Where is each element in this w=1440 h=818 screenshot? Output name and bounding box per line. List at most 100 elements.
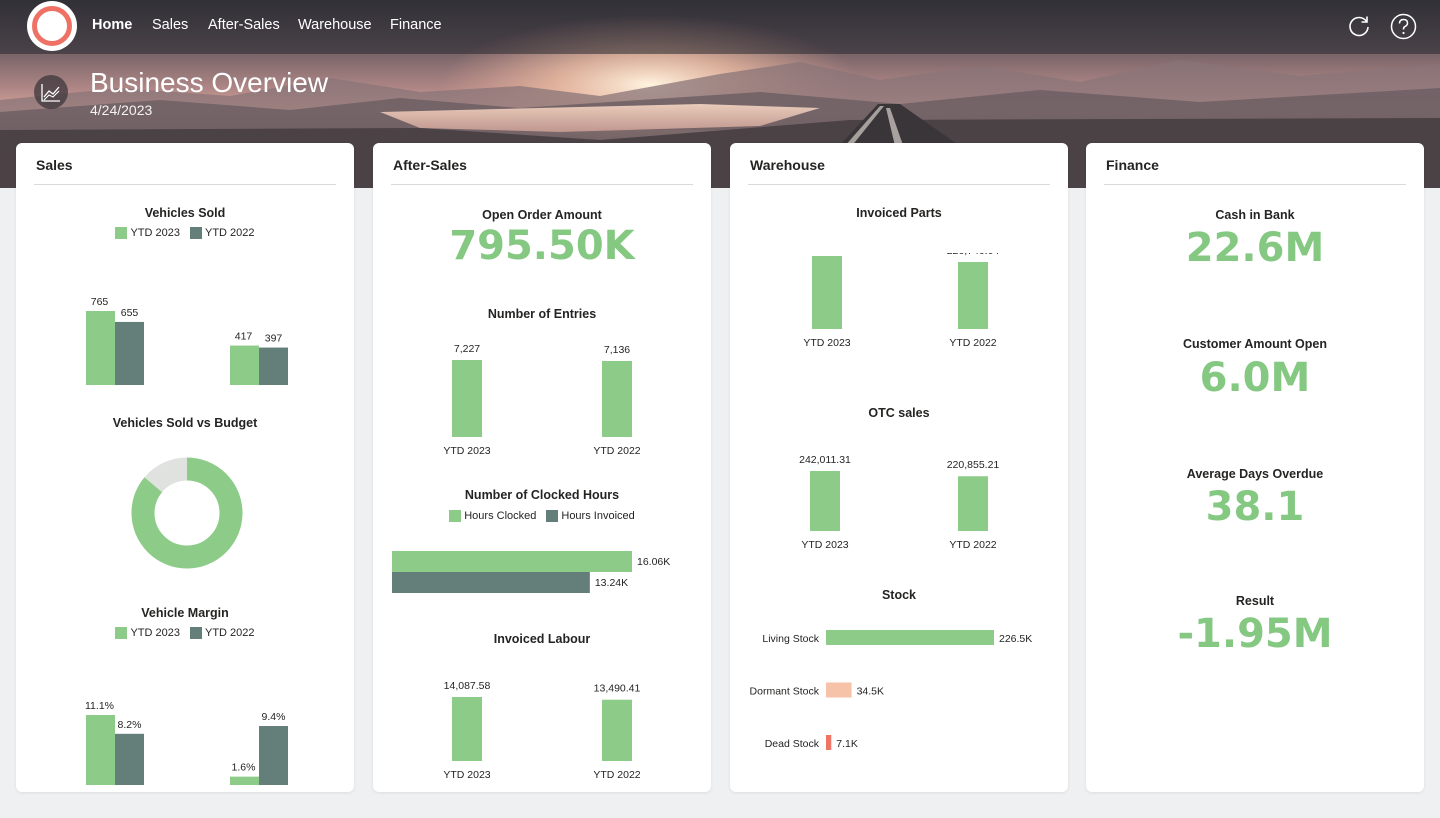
bar (230, 776, 259, 785)
otc-sales-title: OTC sales (868, 406, 930, 420)
data-label: 226.5K (999, 633, 1032, 645)
open-order-label: Open Order Amount (482, 208, 602, 222)
y-tick-label: Dormant Stock (750, 686, 820, 698)
cash-in-bank-label: Cash in Bank (1215, 208, 1295, 222)
refresh-icon[interactable] (1346, 13, 1372, 39)
bar (259, 726, 288, 785)
page-date: 4/24/2023 (90, 102, 153, 118)
sales-card: Sales Vehicles Sold YTD 2023 YTD 2022 76… (16, 143, 354, 792)
legend-swatch (190, 227, 202, 239)
card-title: Warehouse (750, 157, 825, 173)
invoiced-labour-chart: 14,087.58 YTD 2023 13,490.41 YTD 2022 (443, 680, 640, 781)
vs-budget-title: Vehicles Sold vs Budget (112, 416, 258, 430)
x-tick-label: YTD 2022 (593, 445, 640, 457)
divider (748, 184, 1050, 185)
data-label: 8.2% (118, 719, 142, 731)
warehouse-card: Warehouse Invoiced Parts 246,989.47YTD 2… (730, 143, 1068, 792)
bar (259, 347, 288, 385)
bar (602, 360, 632, 437)
nav-item-after-sales[interactable]: After-Sales (208, 17, 280, 33)
data-label: 226,740.04 (947, 253, 1000, 257)
data-label: 242,011.31 (799, 454, 851, 466)
entries-chart: 7,227 YTD 2023 7,136 YTD 2022 (443, 343, 640, 457)
nav-item-sales[interactable]: Sales (152, 17, 188, 33)
data-label: 13.24K (595, 577, 628, 589)
vehicle-margin-title: Vehicle Margin (141, 606, 229, 620)
bar (115, 733, 144, 785)
legend-label: Hours Invoiced (561, 510, 635, 522)
x-tick-label: YTD 2022 (593, 769, 640, 781)
card-title: Sales (36, 157, 73, 173)
legend-label: YTD 2022 (205, 627, 255, 639)
data-label: 765 (91, 296, 109, 308)
average-days-overdue-label: Average Days Overdue (1186, 467, 1324, 481)
legend-item: YTD 2023 (115, 227, 180, 239)
bar (602, 699, 632, 761)
card-title: Finance (1106, 157, 1159, 173)
stock-chart: Living Stock 226.5K Dormant Stock 34.5K Dead… (750, 630, 1032, 750)
x-tick-label: YTD 2023 (443, 769, 490, 781)
data-label: 220,855.21 (947, 459, 1000, 471)
bar (812, 256, 842, 329)
data-label: 16.06K (637, 556, 670, 568)
data-label: 7,136 (604, 344, 630, 356)
data-label: 34.5K (857, 686, 884, 698)
average-days-overdue-value: 38.1 (1205, 484, 1305, 530)
legend-label: YTD 2022 (205, 227, 255, 239)
vehicles-sold-chart: 765655New417397Used (86, 296, 288, 385)
clocked-hours-chart: 16.06K 13.24K (392, 551, 670, 593)
customer-amount-open-value: 6.0M (1199, 355, 1311, 401)
legend-label: YTD 2023 (130, 227, 180, 239)
x-tick-label: YTD 2023 (803, 337, 850, 349)
divider (391, 184, 693, 185)
bar (86, 715, 115, 785)
vs-budget-donut-chart (131, 457, 243, 569)
help-icon[interactable] (1390, 13, 1417, 40)
legend-swatch (546, 510, 559, 522)
nav-item-home[interactable]: Home (92, 17, 132, 33)
bar (958, 261, 988, 329)
bar (452, 697, 482, 761)
company-logo[interactable] (27, 1, 77, 51)
cash-in-bank-value: 22.6M (1185, 225, 1325, 271)
entries-title: Number of Entries (487, 307, 597, 321)
data-label: 397 (265, 333, 283, 345)
legend-item: YTD 2022 (190, 227, 255, 239)
vehicle-margin-legend: YTD 2023 YTD 2022 (16, 627, 354, 639)
legend-label: YTD 2023 (130, 627, 180, 639)
vehicles-sold-title: Vehicles Sold (144, 206, 226, 220)
clocked-hours-legend: Hours Clocked Hours Invoiced (373, 510, 711, 522)
divider (34, 184, 336, 185)
legend-item: Hours Invoiced (546, 510, 635, 522)
card-title: After-Sales (393, 157, 467, 173)
legend-item: YTD 2023 (115, 627, 180, 639)
result-label: Result (1235, 594, 1275, 608)
otc-sales-chart: 242,011.31 YTD 2023 220,855.21 YTD 2022 (799, 454, 1000, 551)
clocked-hours-title: Number of Clocked Hours (464, 488, 620, 502)
nav-item-finance[interactable]: Finance (390, 17, 442, 33)
invoiced-parts-chart: 246,989.47YTD 2023226,740.04YTD 2022 (803, 253, 1000, 349)
data-label: 417 (235, 331, 253, 343)
data-label: 11.1% (85, 700, 114, 712)
legend-swatch (115, 227, 128, 239)
trend-chart-icon (34, 75, 68, 109)
vehicle-margin-chart: 11.1%8.2%New1.6%9.4%Used (85, 700, 288, 785)
divider (1104, 184, 1406, 185)
finance-card: Finance Cash in Bank 22.6M Customer Amou… (1086, 143, 1424, 792)
invoiced-parts-title: Invoiced Parts (856, 206, 942, 220)
legend-item: Hours Clocked (449, 510, 536, 522)
bar (230, 345, 259, 385)
data-label: 7,227 (454, 343, 480, 355)
bar (115, 321, 144, 385)
open-order-value: 795.50K (449, 223, 635, 269)
data-label: 9.4% (262, 711, 286, 723)
nav-item-warehouse[interactable]: Warehouse (298, 17, 372, 33)
legend-item: YTD 2022 (190, 627, 255, 639)
bar (392, 572, 590, 593)
stock-title: Stock (881, 588, 917, 602)
bar (86, 311, 115, 385)
legend-swatch (449, 510, 462, 522)
after-sales-card: After-Sales Open Order Amount 795.50K Nu… (373, 143, 711, 792)
legend-label: Hours Clocked (464, 510, 537, 522)
y-tick-label: Living Stock (762, 633, 819, 645)
